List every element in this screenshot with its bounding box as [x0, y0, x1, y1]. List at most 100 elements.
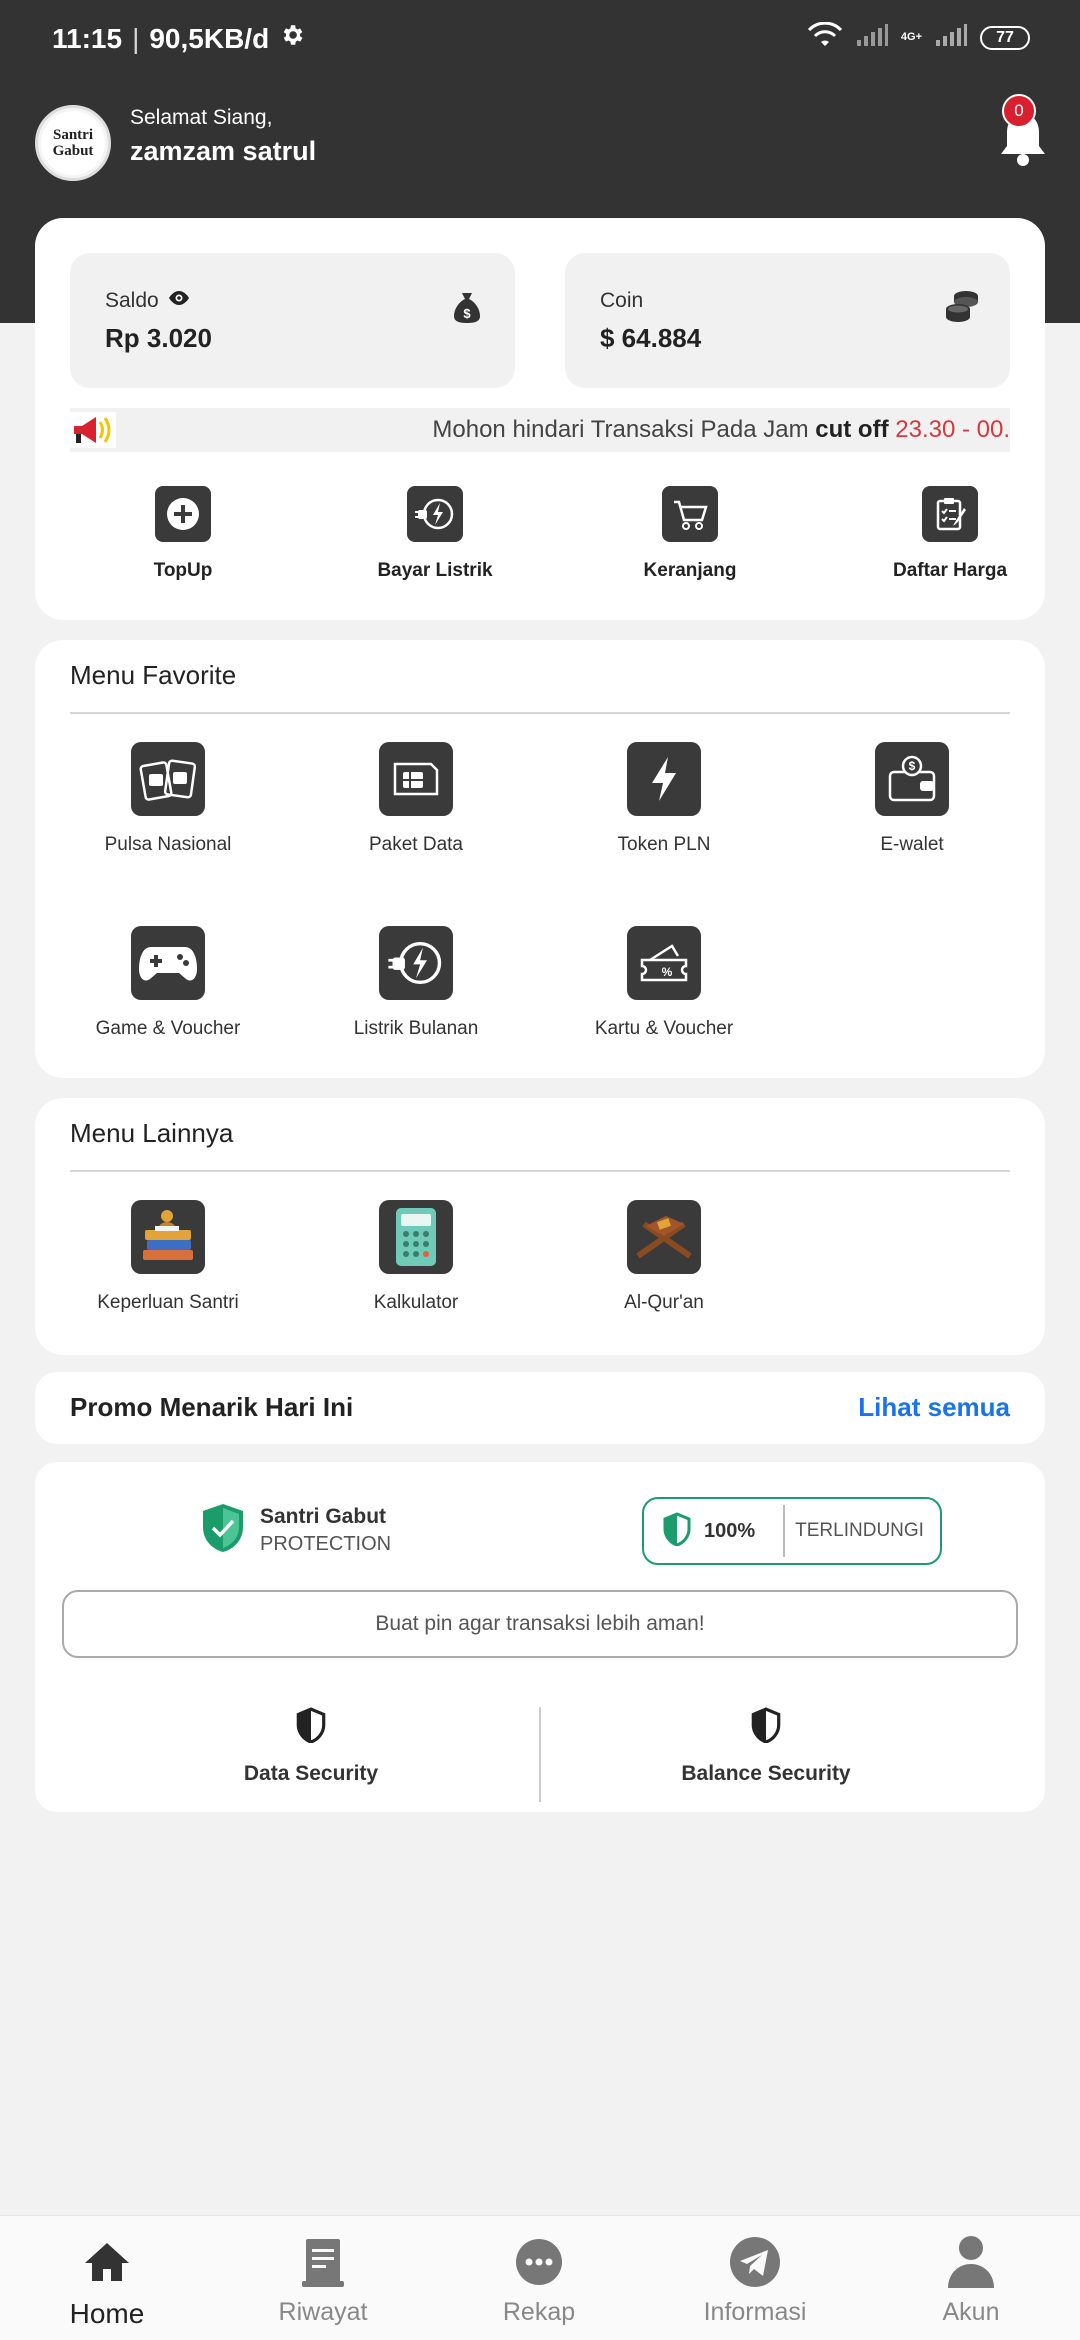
home-icon	[79, 2234, 135, 2290]
electricity-plug-icon	[407, 486, 463, 542]
nav-home[interactable]: Home	[27, 2234, 187, 2330]
money-bag-icon: $	[449, 289, 485, 325]
svg-text:Gabut: Gabut	[53, 143, 94, 159]
plus-circle-icon	[155, 486, 211, 542]
svg-text:$: $	[463, 306, 471, 321]
status-speed: 90,5KB/d	[149, 22, 270, 54]
menu-kalkulator-label: Kalkulator	[373, 1292, 459, 1313]
menu-al-quran-label: Al-Qur'an	[624, 1292, 704, 1313]
menu-game-voucher-label: Game & Voucher	[95, 1018, 241, 1039]
protection-brand: Santri Gabut PROTECTION	[200, 1502, 391, 1559]
pill-divider	[783, 1505, 786, 1557]
menu-favorite-card: Menu Favorite Pulsa Nasional Paket Data …	[35, 640, 1045, 1078]
quick-keranjang-label: Keranjang	[643, 560, 737, 581]
menu-e-walet[interactable]: $ E-walet	[807, 742, 1017, 856]
quran-stand-icon	[627, 1200, 701, 1274]
menu-token-pln-label: Token PLN	[617, 834, 711, 855]
protection-status: TERLINDUNGI	[795, 1520, 924, 1541]
quick-bayar-listrik-label: Bayar Listrik	[377, 560, 493, 581]
menu-kartu-voucher-label: Kartu & Voucher	[594, 1018, 734, 1039]
coin-box[interactable]: Coin $ 64.884	[565, 253, 1010, 388]
electricity-plug-icon	[379, 926, 453, 1000]
bottom-navigation: Home Riwayat Rekap Informasi Akun	[0, 2215, 1080, 2340]
signal-icon	[855, 22, 889, 53]
menu-pulsa-nasional[interactable]: Pulsa Nasional	[63, 742, 273, 856]
create-pin-button[interactable]: Buat pin agar transaksi lebih aman!	[62, 1590, 1018, 1658]
menu-game-voucher[interactable]: Game & Voucher	[63, 926, 273, 1040]
menu-e-walet-label: E-walet	[880, 834, 944, 855]
saldo-label-row: Saldo	[105, 289, 191, 313]
gamepad-icon	[131, 926, 205, 1000]
user-name: zamzam satrul	[130, 136, 317, 166]
menu-kalkulator[interactable]: Kalkulator	[311, 1200, 521, 1314]
voucher-ticket-icon: %	[627, 926, 701, 1000]
clipboard-list-icon	[922, 486, 978, 542]
wallet-icon: $	[875, 742, 949, 816]
telegram-icon	[727, 2234, 783, 2290]
avatar[interactable]: Santri Gabut	[35, 105, 111, 181]
megaphone-icon	[70, 412, 116, 448]
coin-value: $ 64.884	[600, 323, 702, 353]
announcement-text: Mohon hindari Transaksi Pada Jam cut off…	[432, 416, 1010, 444]
coin-label: Coin	[600, 289, 644, 312]
menu-favorite-title: Menu Favorite	[70, 660, 237, 690]
saldo-label: Saldo	[105, 289, 159, 312]
menu-kartu-voucher[interactable]: % Kartu & Voucher	[559, 926, 769, 1040]
nav-rekap[interactable]: Rekap	[459, 2234, 619, 2327]
nav-home-label: Home	[69, 2298, 145, 2329]
quick-topup[interactable]: TopUp	[83, 486, 283, 582]
receipt-icon	[295, 2234, 351, 2290]
divider	[70, 1170, 1010, 1172]
divider	[70, 712, 1010, 714]
greeting-text: Selamat Siang,	[130, 106, 273, 129]
protection-status-pill: 100% TERLINDUNGI	[642, 1497, 942, 1565]
calculator-icon	[379, 1200, 453, 1274]
menu-paket-data[interactable]: Paket Data	[311, 742, 521, 856]
quick-bayar-listrik[interactable]: Bayar Listrik	[335, 486, 535, 582]
promo-see-all-link[interactable]: Lihat semua	[858, 1392, 1010, 1423]
quick-daftar-harga[interactable]: Daftar Harga	[850, 486, 1050, 582]
svg-text:Santri: Santri	[53, 127, 93, 143]
protection-card: Santri Gabut PROTECTION 100% TERLINDUNGI…	[35, 1462, 1045, 1812]
shield-check-icon	[200, 1502, 246, 1559]
svg-text:$: $	[909, 759, 916, 773]
lightning-icon	[627, 742, 701, 816]
saldo-value: Rp 3.020	[105, 323, 212, 353]
nav-akun-label: Akun	[942, 2298, 1000, 2326]
balance-security-label: Balance Security	[681, 1762, 851, 1785]
coin-label-row: Coin	[600, 289, 643, 313]
quick-topup-label: TopUp	[153, 560, 213, 581]
status-bar: 11:15 | 90,5KB/d 4G+ 77	[0, 0, 1080, 80]
nav-akun[interactable]: Akun	[891, 2234, 1051, 2327]
books-reading-icon	[131, 1200, 205, 1274]
quick-daftar-harga-label: Daftar Harga	[892, 560, 1008, 581]
balance-security[interactable]: Balance Security	[540, 1707, 992, 1786]
menu-listrik-bulanan[interactable]: Listrik Bulanan	[311, 926, 521, 1040]
nav-riwayat[interactable]: Riwayat	[243, 2234, 403, 2327]
nav-informasi-label: Informasi	[703, 2298, 807, 2326]
menu-token-pln[interactable]: Token PLN	[559, 742, 769, 856]
saldo-box[interactable]: Saldo Rp 3.020 $	[70, 253, 515, 388]
nav-rekap-label: Rekap	[502, 2298, 576, 2326]
eye-icon[interactable]	[167, 289, 191, 313]
status-separator: |	[132, 22, 140, 54]
gear-icon	[279, 22, 305, 55]
quick-keranjang[interactable]: Keranjang	[590, 486, 790, 582]
nav-informasi[interactable]: Informasi	[675, 2234, 835, 2327]
status-time: 11:15	[52, 22, 123, 54]
menu-paket-data-label: Paket Data	[369, 834, 463, 855]
protection-brand-name: Santri Gabut	[260, 1505, 387, 1528]
nav-riwayat-label: Riwayat	[278, 2298, 368, 2326]
menu-keperluan-santri-label: Keperluan Santri	[97, 1292, 239, 1313]
protection-percent: 100%	[704, 1519, 756, 1542]
menu-al-quran[interactable]: Al-Qur'an	[559, 1200, 769, 1314]
santri-gabut-logo: Santri Gabut	[41, 111, 105, 175]
wifi-icon	[807, 21, 843, 53]
data-security-label: Data Security	[243, 1762, 379, 1785]
menu-lainnya-title: Menu Lainnya	[70, 1118, 234, 1148]
data-security[interactable]: Data Security	[85, 1707, 537, 1786]
status-left: 11:15 | 90,5KB/d	[52, 22, 305, 55]
announcement-marquee: Mohon hindari Transaksi Pada Jam cut off…	[70, 408, 1010, 452]
promo-card: Promo Menarik Hari Ini Lihat semua	[35, 1372, 1045, 1444]
menu-keperluan-santri[interactable]: Keperluan Santri	[63, 1200, 273, 1314]
